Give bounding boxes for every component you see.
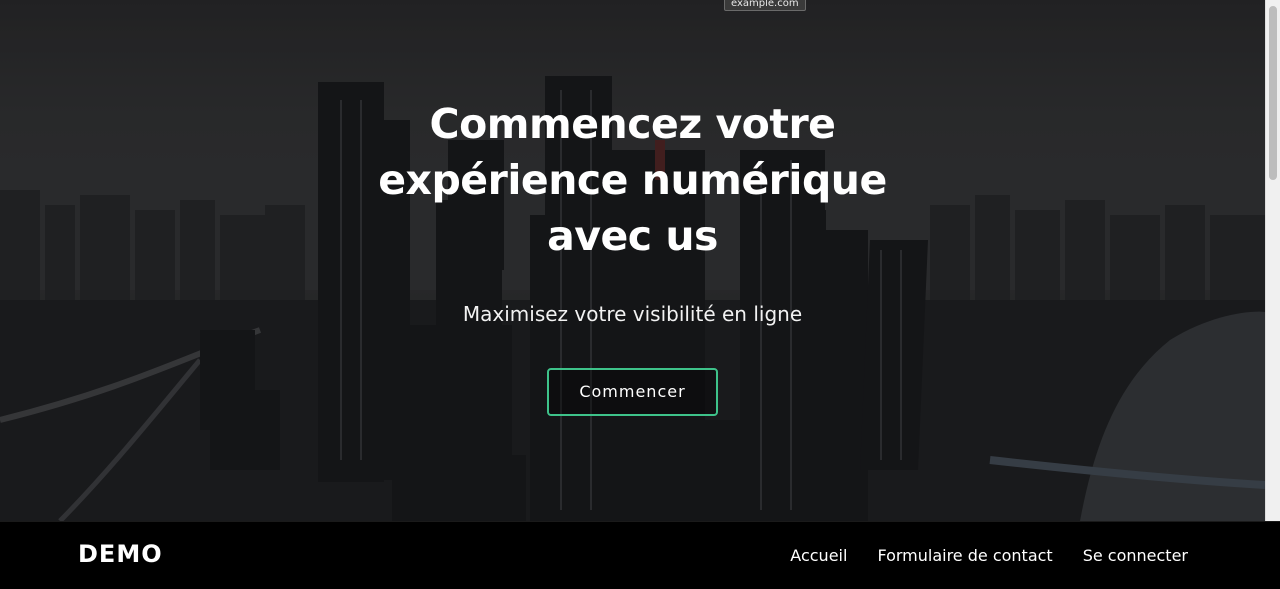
- hero-title: Commencez votre expérience numérique ave…: [378, 100, 887, 260]
- brand-logo[interactable]: DEMO: [78, 540, 163, 568]
- url-tooltip: example.com: [724, 0, 806, 11]
- bottom-navbar: DEMO Accueil Formulaire de contact Se co…: [0, 521, 1280, 589]
- hero-subtitle: Maximisez votre visibilité en ligne: [462, 302, 803, 326]
- nav-link-login[interactable]: Se connecter: [1083, 546, 1188, 565]
- nav-links: Accueil Formulaire de contact Se connect…: [790, 546, 1188, 565]
- hero-section: Commencez votre expérience numérique ave…: [0, 0, 1280, 521]
- nav-link-contact-form[interactable]: Formulaire de contact: [877, 546, 1052, 565]
- page-scrollbar[interactable]: [1265, 0, 1280, 521]
- hero-content: Commencez votre expérience numérique ave…: [0, 96, 1265, 416]
- nav-link-home[interactable]: Accueil: [790, 546, 847, 565]
- scrollbar-thumb[interactable]: [1269, 6, 1277, 180]
- get-started-button[interactable]: Commencer: [547, 368, 718, 416]
